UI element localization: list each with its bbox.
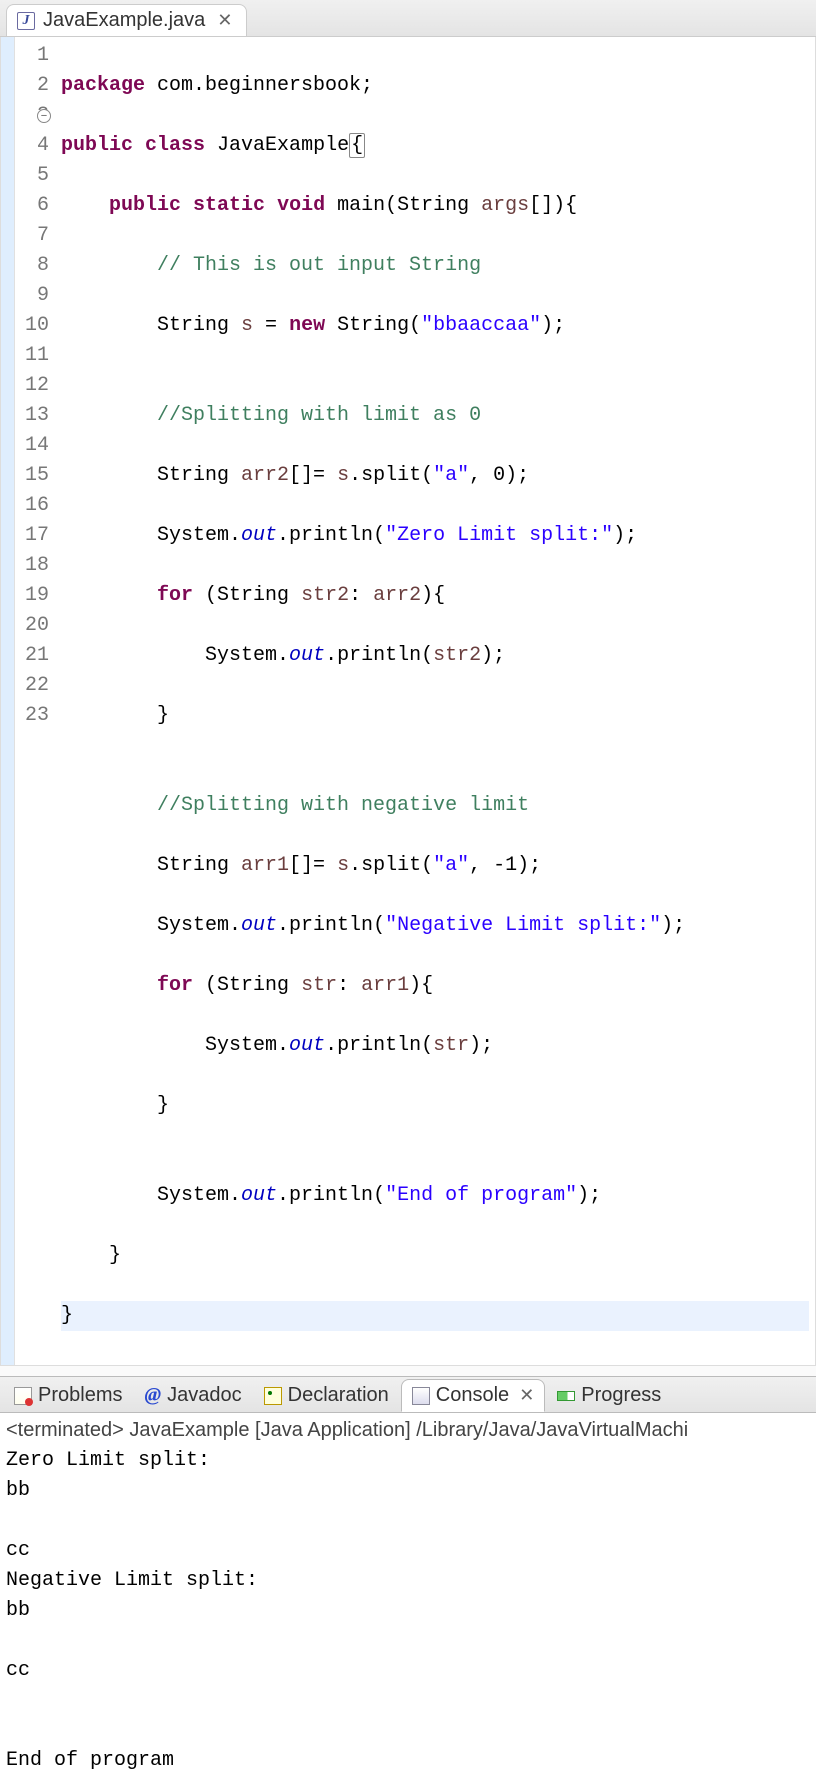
line-number: 18 (15, 551, 49, 581)
line-number: 20 (15, 611, 49, 641)
tab-declaration[interactable]: Declaration (254, 1380, 399, 1411)
code-line: } (61, 1091, 809, 1121)
tab-console[interactable]: Console ✕ (401, 1379, 545, 1412)
declaration-icon (264, 1387, 282, 1405)
code-line: } (61, 1241, 809, 1271)
editor-tab-label: JavaExample.java (43, 9, 205, 32)
tab-label: Problems (38, 1384, 122, 1407)
code-line: String arr2[]= s.split("a", 0); (61, 461, 809, 491)
code-line: } (61, 1301, 809, 1331)
line-number: 8 (15, 251, 49, 281)
code-line: System.out.println(str); (61, 1031, 809, 1061)
tab-javadoc[interactable]: @ Javadoc (134, 1380, 251, 1411)
line-number: 2 (15, 71, 49, 101)
console-output[interactable]: Zero Limit split: bb cc Negative Limit s… (6, 1446, 810, 1776)
code-line: package com.beginnersbook; (61, 71, 809, 101)
line-number: 4 (15, 131, 49, 161)
code-line: public class JavaExample{ (61, 131, 809, 161)
tab-label: Progress (581, 1384, 661, 1407)
line-number: 22 (15, 671, 49, 701)
code-line: } (61, 701, 809, 731)
tab-label: Declaration (288, 1384, 389, 1407)
code-line: //Splitting with limit as 0 (61, 401, 809, 431)
console-status: <terminated> JavaExample [Java Applicati… (6, 1419, 810, 1446)
line-number: 19 (15, 581, 49, 611)
code-line: //Splitting with negative limit (61, 791, 809, 821)
editor-tabbar: J JavaExample.java ✕ (0, 0, 816, 37)
line-number: 7 (15, 221, 49, 251)
code-line: String s = new String("bbaaccaa"); (61, 311, 809, 341)
line-number: 6 (15, 191, 49, 221)
line-number: 14 (15, 431, 49, 461)
line-number: 11 (15, 341, 49, 371)
close-icon[interactable]: ✕ (217, 10, 232, 31)
tab-progress[interactable]: Progress (547, 1380, 671, 1411)
fold-toggle-icon[interactable]: − (37, 109, 51, 123)
problems-icon (14, 1387, 32, 1405)
line-number: 17 (15, 521, 49, 551)
line-number: 13 (15, 401, 49, 431)
editor-tab-javaexample[interactable]: J JavaExample.java ✕ (6, 4, 247, 36)
code-line: System.out.println(str2); (61, 641, 809, 671)
code-line: public static void main(String args[]){ (61, 191, 809, 221)
java-file-icon: J (17, 12, 35, 30)
javadoc-icon: @ (144, 1384, 161, 1407)
line-number: 1 (15, 41, 49, 71)
progress-icon (557, 1391, 575, 1401)
line-number-gutter: 1 2 3− 4 5 6 7 8 9 10 11 12 13 14 15 16 … (15, 37, 55, 1365)
code-line: // This is out input String (61, 251, 809, 281)
code-content[interactable]: package com.beginnersbook; public class … (55, 37, 815, 1365)
close-icon[interactable]: ✕ (519, 1385, 534, 1406)
console-panel: <terminated> JavaExample [Java Applicati… (0, 1413, 816, 1782)
code-line: for (String str2: arr2){ (61, 581, 809, 611)
tab-label: Console (436, 1384, 509, 1407)
code-line: System.out.println("Zero Limit split:"); (61, 521, 809, 551)
code-line: for (String str: arr1){ (61, 971, 809, 1001)
code-line: System.out.println("End of program"); (61, 1181, 809, 1211)
bottom-panel-tabbar: Problems @ Javadoc Declaration Console ✕… (0, 1376, 816, 1413)
line-number: 10 (15, 311, 49, 341)
console-icon (412, 1387, 430, 1405)
code-line: String arr1[]= s.split("a", -1); (61, 851, 809, 881)
line-number: 23 (15, 701, 49, 731)
editor-area[interactable]: 1 2 3− 4 5 6 7 8 9 10 11 12 13 14 15 16 … (0, 37, 816, 1366)
line-number: 21 (15, 641, 49, 671)
tab-label: Javadoc (167, 1384, 242, 1407)
line-number: 16 (15, 491, 49, 521)
line-number: 5 (15, 161, 49, 191)
code-line: System.out.println("Negative Limit split… (61, 911, 809, 941)
line-number: 9 (15, 281, 49, 311)
line-number: 15 (15, 461, 49, 491)
line-number: 12 (15, 371, 49, 401)
tab-problems[interactable]: Problems (4, 1380, 132, 1411)
marker-bar (1, 37, 15, 1365)
